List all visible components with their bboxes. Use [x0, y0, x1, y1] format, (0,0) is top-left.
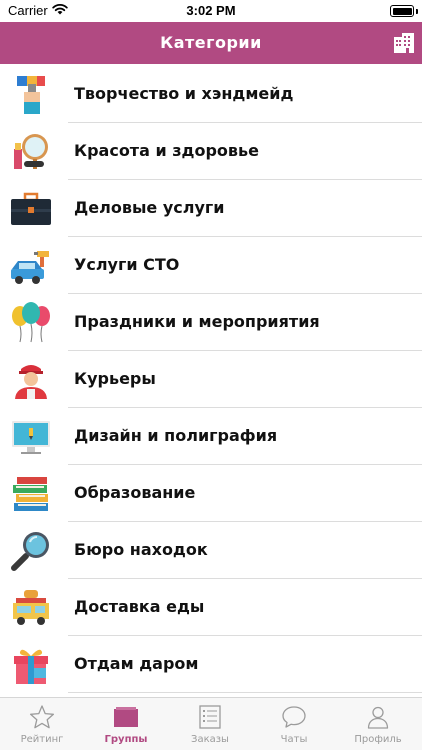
courier-icon	[15, 365, 47, 399]
battery-icon	[390, 5, 414, 17]
category-label: Услуги СТО	[74, 255, 180, 274]
row-divider	[68, 692, 422, 693]
gift-icon	[14, 649, 48, 684]
briefcase-icon	[11, 192, 51, 225]
paintbrush-hand-icon	[17, 76, 45, 114]
star-icon	[29, 705, 55, 729]
category-row-lost-found[interactable]: Бюро находок	[0, 522, 422, 579]
food-truck-icon	[13, 590, 49, 625]
list-icon	[199, 705, 221, 729]
category-label: Творчество и хэндмейд	[74, 84, 294, 103]
page-title: Категории	[160, 33, 262, 52]
tab-rating[interactable]: Рейтинг	[0, 698, 84, 750]
tab-label: Заказы	[191, 734, 229, 745]
category-label: Бюро находок	[74, 540, 208, 559]
category-label: Деловые услуги	[74, 198, 225, 217]
category-row-handmade[interactable]: Творчество и хэндмейд	[0, 66, 422, 123]
folder-icon	[114, 707, 138, 727]
navigation-bar: Категории	[0, 22, 422, 64]
tab-profile[interactable]: Профиль	[336, 698, 420, 750]
category-label: Красота и здоровье	[74, 141, 259, 160]
category-row-auto-service[interactable]: Услуги СТО	[0, 237, 422, 294]
monitor-design-icon	[12, 421, 50, 454]
car-spray-gun-icon	[11, 251, 49, 284]
category-label: Дизайн и полиграфия	[74, 426, 278, 445]
buildings-icon[interactable]	[393, 32, 415, 54]
balloons-icon	[12, 302, 50, 343]
tab-bar: Рейтинг Группы Заказы Чаты Профиль	[0, 697, 422, 750]
books-icon	[13, 477, 48, 511]
person-icon	[367, 706, 389, 729]
category-row-business[interactable]: Деловые услуги	[0, 180, 422, 237]
category-row-food-delivery[interactable]: Доставка еды	[0, 579, 422, 636]
clock: 3:02 PM	[186, 3, 236, 18]
category-row-couriers[interactable]: Курьеры	[0, 351, 422, 408]
chat-icon	[282, 706, 306, 728]
magnifier-icon	[11, 532, 49, 571]
battery-tip	[416, 9, 418, 14]
tab-label: Профиль	[354, 734, 402, 745]
category-label: Курьеры	[74, 369, 156, 388]
tab-chats[interactable]: Чаты	[252, 698, 336, 750]
category-row-holidays[interactable]: Праздники и мероприятия	[0, 294, 422, 351]
status-bar: Carrier 3:02 PM	[0, 0, 422, 22]
category-row-education[interactable]: Образование	[0, 465, 422, 522]
tab-label: Группы	[104, 734, 148, 745]
category-label: Доставка еды	[74, 597, 205, 616]
category-label: Отдам даром	[74, 654, 199, 673]
category-label: Образование	[74, 483, 196, 502]
tab-label: Чаты	[280, 734, 308, 745]
category-label: Праздники и мероприятия	[74, 312, 320, 331]
mirror-cosmetics-icon	[14, 134, 48, 169]
tab-label: Рейтинг	[20, 734, 64, 745]
category-row-beauty[interactable]: Красота и здоровье	[0, 123, 422, 180]
category-list: Творчество и хэндмейд Красота и здоровье…	[0, 66, 422, 693]
tab-orders[interactable]: Заказы	[168, 698, 252, 750]
category-row-giveaway[interactable]: Отдам даром	[0, 636, 422, 693]
category-row-design[interactable]: Дизайн и полиграфия	[0, 408, 422, 465]
tab-groups[interactable]: Группы	[84, 698, 168, 750]
